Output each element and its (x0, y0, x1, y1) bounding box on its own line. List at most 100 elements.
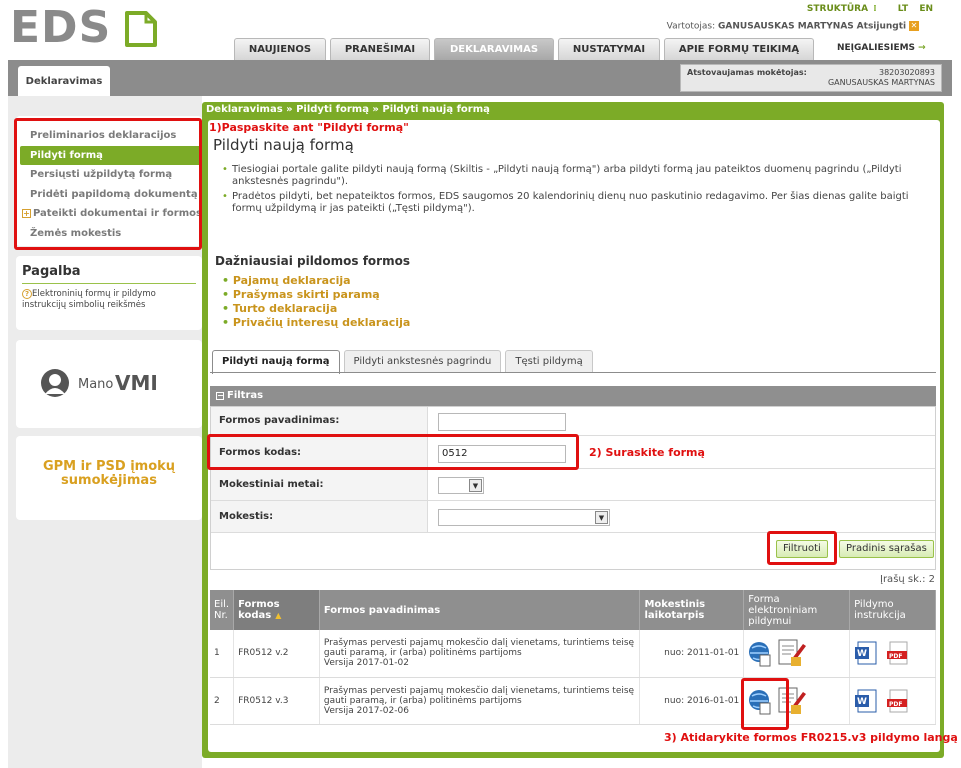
row-code: FR0512 v.2 (233, 630, 320, 678)
row-period: nuo: 2011-01-01 (639, 630, 745, 678)
user-avatar-icon (41, 369, 69, 397)
edit-form-icon[interactable] (777, 638, 807, 668)
form-name-input[interactable] (438, 413, 566, 431)
col-form: Forma elektroniniam pildymui (743, 590, 851, 630)
row-code: FR0512 v.3 (233, 677, 320, 725)
breadcrumb: Deklaravimas » Pildyti formą » Pildyti n… (206, 104, 490, 115)
nav-tab-nustatymai[interactable]: NUSTATYMAI (558, 38, 660, 60)
document-logo-icon (125, 11, 157, 47)
globe-form-icon[interactable] (748, 639, 772, 667)
info-list: Tiesiogiai portale galite pildyti naują … (222, 164, 922, 218)
annotation-step3: 3) Atidarykite formos FR0215.v3 pildymo … (664, 731, 958, 744)
chevron-down-icon[interactable]: ▼ (595, 511, 608, 524)
help-link[interactable]: ? Elektroninių formų ir pildymo instrukci… (22, 289, 196, 311)
tax-year-select[interactable]: ▼ (438, 477, 484, 494)
col-nr: Eil. Nr. (210, 590, 235, 630)
pdf-doc-icon[interactable]: PDF (885, 688, 911, 714)
tab-ankstesnes[interactable]: Pildyti ankstesnės pagrindu (343, 350, 502, 372)
user-info: Vartotojas: GANUSAUSKAS MARTYNAS Atsijun… (667, 21, 919, 32)
col-code[interactable]: Formos kodas ▲ (233, 590, 320, 630)
frequent-link[interactable]: Prašymas skirti paramą (222, 288, 410, 302)
row-name: Prašymas pervesti pajamų mokesčio dalį v… (319, 677, 641, 725)
svg-text:W: W (857, 697, 867, 707)
logout-icon[interactable]: ✕ (909, 21, 919, 31)
mano-vmi-banner[interactable]: Mano VMI (16, 340, 202, 428)
chevron-down-icon[interactable]: ▼ (469, 479, 482, 492)
help-title: Pagalba (22, 264, 196, 284)
tab-divider (210, 372, 936, 373)
sort-asc-icon[interactable]: ▲ (275, 611, 281, 620)
filter-row: Formos pavadinimas: (211, 407, 935, 436)
nav-tab-pranesimai[interactable]: PRANEŠIMAI (330, 38, 430, 60)
word-doc-icon[interactable]: W (854, 640, 880, 666)
tab-testi[interactable]: Tęsti pildymą (505, 350, 593, 372)
svg-text:PDF: PDF (889, 653, 902, 660)
nav-tab-naujienos[interactable]: NAUJIENOS (234, 38, 326, 60)
svg-text:W: W (857, 649, 867, 659)
row-form-icons (743, 630, 851, 678)
logout-link[interactable]: Atsijungti (857, 22, 906, 32)
filter-row: Mokestis: ▼ (211, 501, 935, 533)
vmi-text: VMI (115, 371, 158, 395)
col-name[interactable]: Formos pavadinimas (319, 590, 641, 630)
page-title: Pildyti naują formą (213, 136, 354, 154)
mano-text: Mano (78, 377, 114, 392)
table-row: 2 FR0512 v.3 Prašymas pervesti pajamų mo… (210, 677, 936, 725)
arrow-right-icon: → (918, 43, 926, 53)
reset-list-button[interactable]: Pradinis sąrašas (839, 540, 934, 558)
table-row: 1 FR0512 v.2 Prašymas pervesti pajamų mo… (210, 630, 936, 678)
results-table: Eil. Nr. Formos kodas ▲ Formos pavadinima… (210, 590, 936, 725)
annotation-step2: 2) Suraskite formą (589, 446, 705, 459)
col-instr: Pildymo instrukcija (849, 590, 936, 630)
help-icon: ? (22, 289, 32, 299)
form-tabs: Pildyti naują formą Pildyti ankstesnės p… (212, 350, 597, 374)
tab-pildyti-nauja[interactable]: Pildyti naują formą (212, 350, 340, 374)
structure-icon: ⁞ (873, 4, 877, 14)
tax-select[interactable]: ▼ (438, 509, 610, 526)
highlight-code (207, 434, 579, 470)
main-nav: NAUJIENOS PRANEŠIMAI DEKLARAVIMAS NUSTAT… (234, 38, 818, 60)
section-tab-deklaravimas[interactable]: Deklaravimas (18, 66, 110, 96)
highlight-filter (767, 531, 837, 565)
lang-lt-link[interactable]: LT (898, 4, 908, 14)
filter-row: Mokestiniai metai: ▼ (211, 469, 935, 501)
records-count: Įrašų sk.: 2 (880, 574, 936, 585)
nav-tab-deklaravimas[interactable]: DEKLARAVIMAS (434, 38, 554, 60)
user-label: Vartotojas: (666, 21, 716, 32)
tax-year-label: Mokestiniai metai: (211, 469, 428, 500)
frequent-link[interactable]: Pajamų deklaracija (222, 274, 410, 288)
nav-tab-apie[interactable]: APIE FORMŲ TEIKIMĄ (664, 38, 814, 60)
filter-header[interactable]: − Filtras (210, 386, 936, 406)
accessibility-link[interactable]: NEĮGALIESIEMS → (837, 43, 926, 53)
row-instr-icons: W PDF (849, 677, 936, 725)
pdf-doc-icon[interactable]: PDF (885, 640, 911, 666)
row-name: Prašymas pervesti pajamų mokesčio dalį v… (319, 630, 641, 678)
tax-label: Mokestis: (211, 501, 428, 532)
frequent-list: Pajamų deklaracija Prašymas skirti param… (222, 274, 410, 330)
frequent-link[interactable]: Turto deklaracija (222, 302, 410, 316)
col-period[interactable]: Mokestinis laikotarpis (639, 590, 745, 630)
info-item: Pradėtos pildyti, bet nepateiktos formos… (222, 191, 922, 215)
svg-text:PDF: PDF (889, 701, 902, 708)
payer-name: GANUSAUSKAS MARTYNAS (827, 78, 935, 87)
eds-logo[interactable]: EDS (10, 6, 111, 50)
word-doc-icon[interactable]: W (854, 688, 880, 714)
lang-en-link[interactable]: EN (919, 4, 933, 14)
structure-link[interactable]: STRUKTŪRA (807, 4, 868, 14)
payer-box: Atstovaujamas mokėtojas: 38203020893 GAN… (680, 64, 942, 92)
row-nr: 2 (210, 677, 235, 725)
row-period: nuo: 2016-01-01 (639, 677, 745, 725)
highlight-menu (14, 118, 202, 250)
frequent-title: Dažniausiai pildomos formos (215, 254, 410, 268)
row-nr: 1 (210, 630, 235, 678)
collapse-icon[interactable]: − (216, 392, 224, 400)
form-name-label: Formos pavadinimas: (211, 407, 428, 435)
highlight-open-form (741, 678, 789, 730)
info-item: Tiesiogiai portale galite pildyti naują … (222, 164, 922, 188)
row-instr-icons: W PDF (849, 630, 936, 678)
user-name: GANUSAUSKAS MARTYNAS (718, 21, 854, 32)
help-box: Pagalba ? Elektroninių formų ir pildymo i… (16, 256, 202, 330)
gpm-banner[interactable]: GPM ir PSD įmokų sumokėjimas (16, 436, 202, 520)
annotation-step1: 1)Paspaskite ant "Pildyti formą" (209, 121, 409, 134)
frequent-link[interactable]: Privačių interesų deklaracija (222, 316, 410, 330)
